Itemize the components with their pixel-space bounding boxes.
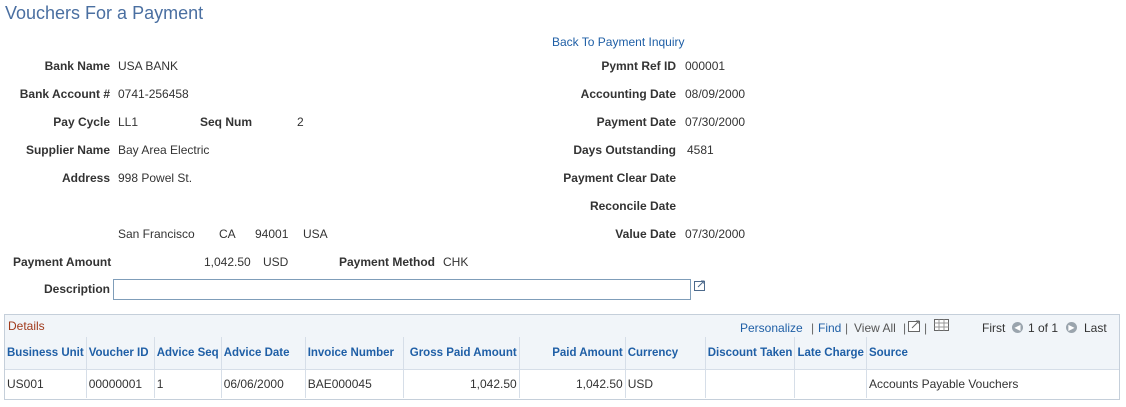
col-invoice-number[interactable]: Invoice Number	[305, 337, 404, 370]
address-label: Address	[61, 171, 110, 185]
table-row: US001 00000001 1 06/06/2000 BAE000045 1,…	[5, 369, 1119, 398]
pay-cycle-label: Pay Cycle	[53, 115, 110, 129]
seq-num-label: Seq Num	[200, 115, 253, 129]
nav-separator: |	[903, 321, 907, 335]
cell-currency: USD	[625, 369, 706, 398]
first-label: First	[982, 321, 1006, 335]
seq-num-value: 2	[297, 115, 304, 129]
pay-cycle-value: LL1	[118, 115, 139, 129]
col-late-charge[interactable]: Late Charge	[794, 337, 867, 370]
details-grid: Details Personalize | Find | View All | …	[4, 314, 1120, 400]
back-to-payment-inquiry-link[interactable]: Back To Payment Inquiry	[552, 35, 685, 49]
payment-amount-label: Payment Amount	[13, 255, 112, 269]
expand-edit-icon[interactable]	[694, 280, 706, 291]
bank-account-value: 0741-256458	[118, 87, 189, 101]
col-discount-taken[interactable]: Discount Taken	[705, 337, 796, 370]
payment-method-value: CHK	[443, 255, 469, 269]
accounting-date-label: Accounting Date	[580, 87, 676, 101]
col-paid-amount[interactable]: Paid Amount	[519, 337, 626, 370]
col-business-unit[interactable]: Business Unit	[5, 337, 87, 370]
cell-paid-amount: 1,042.50	[519, 369, 626, 398]
personalize-link[interactable]: Personalize	[740, 321, 803, 335]
bank-name-label: Bank Name	[44, 59, 110, 73]
cell-advice-date: 06/06/2000	[221, 369, 306, 398]
new-window-icon[interactable]	[908, 320, 921, 332]
address-zip: 94001	[255, 227, 289, 241]
address-state: CA	[219, 227, 236, 241]
col-advice-seq[interactable]: Advice Seq	[154, 337, 222, 370]
value-date-value: 07/30/2000	[685, 227, 746, 241]
payment-amount-value: 1,042.50	[204, 255, 251, 269]
description-label: Description	[43, 282, 110, 296]
last-label: Last	[1084, 321, 1107, 335]
cell-source: Accounts Payable Vouchers	[868, 377, 1019, 391]
nav-separator: |	[845, 321, 849, 335]
address-country: USA	[303, 227, 328, 241]
payment-amount-currency: USD	[263, 255, 289, 269]
description-field[interactable]	[113, 279, 691, 300]
view-all-link[interactable]: View All	[854, 321, 896, 335]
cell-voucher-id-link[interactable]: 00000001	[86, 369, 155, 398]
col-gross-paid-amount[interactable]: Gross Paid Amount	[403, 337, 520, 370]
previous-icon[interactable]: ◀	[1012, 320, 1023, 334]
payment-date-label: Payment Date	[596, 115, 676, 129]
row-range: 1 of 1	[1028, 321, 1059, 335]
col-advice-date[interactable]: Advice Date	[221, 337, 306, 370]
cell-invoice-number: BAE000045	[305, 369, 404, 398]
grid-title: Details	[8, 319, 45, 333]
find-link[interactable]: Find	[818, 321, 841, 335]
col-source[interactable]: Source	[866, 337, 1119, 370]
cell-late-charge	[794, 369, 867, 398]
download-spreadsheet-icon[interactable]	[934, 319, 949, 331]
page-title: Vouchers For a Payment	[5, 3, 204, 23]
cell-discount-taken	[705, 369, 796, 398]
col-currency[interactable]: Currency	[625, 337, 706, 370]
accounting-date-value: 08/09/2000	[685, 87, 746, 101]
cell-gross-paid-amount: 1,042.50	[403, 369, 520, 398]
cell-business-unit: US001	[5, 369, 87, 398]
value-date-label: Value Date	[615, 227, 676, 241]
reconcile-date-label: Reconcile Date	[589, 199, 676, 213]
days-outstanding-value: 4581	[687, 143, 714, 157]
table-header-row: Business Unit Voucher ID Advice Seq Advi…	[5, 337, 1119, 370]
pymnt-ref-id-label: Pymnt Ref ID	[601, 59, 676, 73]
pymnt-ref-id-value: 000001	[685, 59, 726, 73]
days-outstanding-label: Days Outstanding	[573, 143, 676, 157]
col-voucher-id[interactable]: Voucher ID	[86, 337, 155, 370]
bank-name-value: USA BANK	[118, 59, 179, 73]
nav-separator: |	[811, 321, 815, 335]
payment-date-value: 07/30/2000	[685, 115, 746, 129]
nav-separator: |	[924, 321, 928, 335]
address-city: San Francisco	[118, 227, 195, 241]
next-icon[interactable]: ▶	[1066, 320, 1077, 334]
cell-advice-seq: 1	[154, 369, 222, 398]
supplier-name-value: Bay Area Electric	[118, 143, 210, 157]
payment-clear-date-label: Payment Clear Date	[563, 171, 676, 185]
payment-method-label: Payment Method	[339, 255, 436, 269]
grid-header-bar	[5, 315, 1119, 338]
supplier-name-label: Supplier Name	[25, 143, 110, 157]
address-line1: 998 Powel St.	[118, 171, 193, 185]
bank-account-label: Bank Account #	[19, 87, 110, 101]
details-table: Business Unit Voucher ID Advice Seq Advi…	[5, 337, 1119, 398]
